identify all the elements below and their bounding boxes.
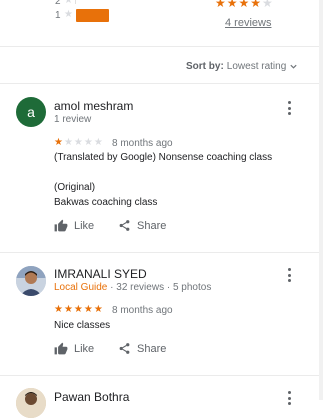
review-text-line: Bakwas coaching class	[54, 197, 158, 208]
thumb-up-icon	[54, 219, 68, 232]
divider	[0, 46, 319, 47]
like-button[interactable]: Like	[54, 342, 94, 355]
review-date: 8 months ago	[112, 138, 173, 149]
divider	[0, 83, 319, 84]
rating-bar-1	[76, 9, 109, 22]
avatar[interactable]: a	[16, 97, 46, 127]
reviewer-meta-row: Local Guide · 32 reviews · 5 photos	[54, 282, 211, 293]
reviewer-name[interactable]: amol meshram	[54, 99, 133, 113]
average-stars: ★★★★★	[215, 0, 274, 10]
divider	[0, 252, 319, 253]
avatar-photo	[16, 266, 46, 296]
share-button[interactable]: Share	[118, 219, 166, 232]
like-label: Like	[74, 219, 95, 232]
chevron-down-icon	[290, 64, 297, 69]
divider	[0, 375, 319, 376]
reviewer-name[interactable]: IMRANALI SYED	[54, 267, 147, 281]
share-icon	[119, 220, 130, 231]
sort-control[interactable]: Sort by: Lowest rating	[186, 61, 298, 72]
avatar-photo	[16, 388, 46, 418]
share-icon	[119, 343, 130, 354]
reviews-count-link[interactable]: 4 reviews	[225, 17, 271, 29]
avatar-letter: a	[27, 104, 35, 120]
share-label: Share	[137, 342, 167, 355]
review-text-line: (Original)	[54, 182, 96, 193]
sort-label: Sort by:	[186, 61, 224, 72]
avatar[interactable]	[16, 388, 46, 418]
reviewer-meta: · 32 reviews · 5 photos	[110, 282, 212, 293]
star-icon: ★	[64, 9, 74, 20]
more-vert-icon[interactable]	[284, 391, 294, 405]
more-vert-icon[interactable]	[284, 268, 294, 282]
share-label: Share	[137, 219, 167, 232]
reviewer-name[interactable]: Pawan Bothra	[54, 390, 129, 404]
like-label: Like	[74, 342, 95, 355]
avatar[interactable]	[16, 266, 46, 296]
local-guide-badge[interactable]: Local Guide	[54, 282, 107, 293]
sort-value: Lowest rating	[226, 61, 287, 72]
review-date: 8 months ago	[112, 305, 173, 316]
share-button[interactable]: Share	[118, 342, 166, 355]
review-stars: ★★★★★	[54, 304, 104, 315]
star-icon: ★	[64, 0, 74, 6]
rating-bar-2	[75, 0, 109, 4]
like-button[interactable]: Like	[54, 219, 94, 232]
rating-row-label-2: 2	[55, 0, 61, 7]
rating-row-label-1: 1	[55, 10, 61, 21]
review-text-line: Nice classes	[54, 320, 111, 331]
review-text-line: (Translated by Google) Nonsense coaching…	[54, 152, 273, 163]
thumb-up-icon	[54, 342, 68, 355]
review-stars: ★★★★★	[54, 137, 104, 148]
reviewer-meta: 1 review	[54, 114, 92, 125]
scrollbar[interactable]	[319, 0, 323, 400]
more-vert-icon[interactable]	[284, 101, 294, 115]
